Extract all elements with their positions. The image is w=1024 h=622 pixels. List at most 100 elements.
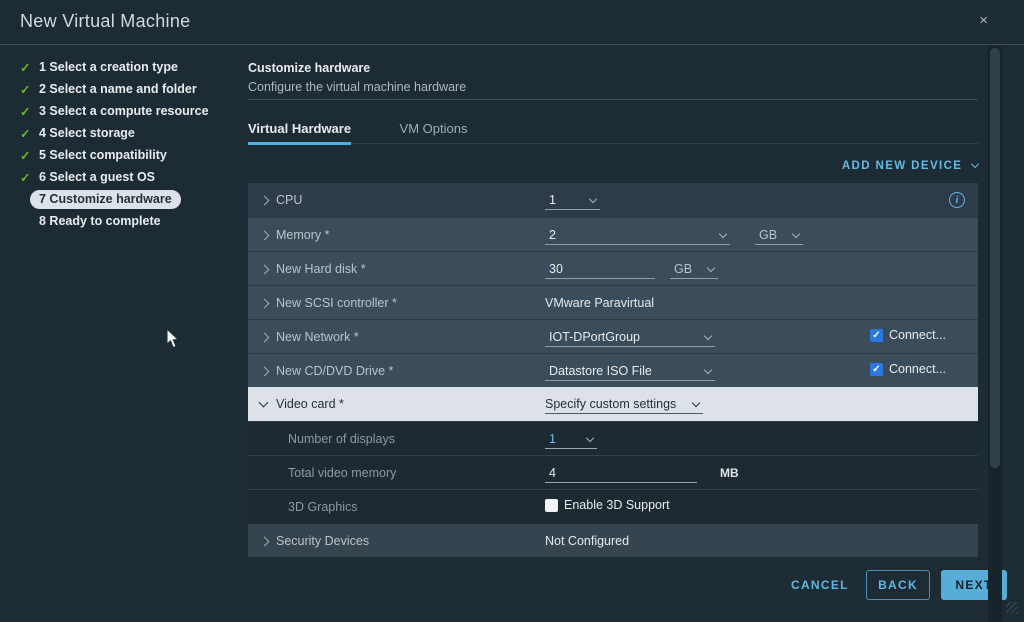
row-total-video-memory: Total video memory 4 MB — [248, 455, 978, 489]
row-label-3d-graphics: 3D Graphics — [288, 500, 357, 514]
row-label-video-memory: Total video memory — [288, 466, 396, 480]
checkbox-unchecked-icon[interactable] — [545, 499, 558, 512]
scsi-controller-value: VMware Paravirtual — [545, 296, 654, 310]
checkbox-checked-icon[interactable]: ✓ — [870, 363, 883, 376]
row-scsi-controller[interactable]: New SCSI controller * VMware Paravirtual — [248, 285, 978, 319]
step-label: 6 Select a guest OS — [39, 170, 155, 184]
chevron-right-icon[interactable] — [260, 537, 270, 547]
back-button[interactable]: BACK — [866, 570, 930, 600]
step-label: 2 Select a name and folder — [39, 82, 197, 96]
chevron-down-icon[interactable] — [259, 398, 269, 408]
tab-virtual-hardware[interactable]: Virtual Hardware — [248, 121, 351, 145]
row-video-card[interactable]: Video card * Specify custom settings — [248, 387, 978, 421]
check-icon: ✓ — [20, 60, 36, 75]
chevron-right-icon[interactable] — [260, 367, 270, 377]
chevron-down-icon — [586, 433, 594, 441]
memory-size-select[interactable]: 2 — [545, 225, 730, 245]
row-security-devices[interactable]: Security Devices Not Configured — [248, 523, 978, 557]
row-label-security: Security Devices — [276, 534, 369, 548]
step-select-creation-type[interactable]: ✓ 1 Select a creation type — [20, 56, 236, 78]
chevron-right-icon[interactable] — [260, 196, 270, 206]
memory-unit-value: GB — [759, 228, 777, 242]
check-icon: ✓ — [20, 148, 36, 163]
step-select-name-folder[interactable]: ✓ 2 Select a name and folder — [20, 78, 236, 100]
row-label-video-card: Video card * — [276, 397, 344, 411]
checkbox-checked-icon[interactable]: ✓ — [870, 329, 883, 342]
tab-vm-options[interactable]: VM Options — [400, 121, 468, 142]
video-memory-value: 4 — [549, 466, 556, 480]
step-select-compatibility[interactable]: ✓ 5 Select compatibility — [20, 144, 236, 166]
check-icon: ✓ — [20, 104, 36, 119]
hard-disk-unit-value: GB — [674, 262, 692, 276]
connect-label: Connect... — [889, 362, 946, 376]
displays-count-value: 1 — [549, 432, 556, 446]
hard-disk-size-value: 30 — [549, 262, 563, 276]
row-label-cpu: CPU — [276, 193, 302, 207]
row-3d-graphics: 3D Graphics Enable 3D Support — [248, 489, 978, 523]
network-value: IOT-DPortGroup — [549, 330, 640, 344]
row-hard-disk[interactable]: New Hard disk * 30 GB — [248, 251, 978, 285]
panel-subtitle: Configure the virtual machine hardware — [248, 80, 466, 94]
network-connect-checkbox[interactable]: ✓ Connect... — [870, 328, 946, 342]
chevron-right-icon[interactable] — [260, 231, 270, 241]
cddvd-source-value: Datastore ISO File — [549, 364, 652, 378]
chevron-down-icon — [792, 229, 800, 237]
enable-3d-support-checkbox[interactable]: Enable 3D Support — [545, 498, 670, 512]
connect-label: Connect... — [889, 328, 946, 342]
hard-disk-unit-select[interactable]: GB — [670, 259, 718, 279]
add-new-device-button[interactable]: ADD NEW DEVICE — [248, 160, 978, 172]
chevron-down-icon — [692, 398, 700, 406]
step-select-guest-os[interactable]: ✓ 6 Select a guest OS — [20, 166, 236, 188]
chevron-down-icon — [719, 229, 727, 237]
chevron-right-icon[interactable] — [260, 333, 270, 343]
hard-disk-size-input[interactable]: 30 — [545, 259, 655, 279]
new-vm-dialog: { "dialog": { "title": "New Virtual Mach… — [0, 0, 1024, 622]
enable-3d-support-label: Enable 3D Support — [564, 498, 670, 512]
hardware-tabs: Virtual Hardware VM Options — [248, 120, 978, 144]
video-card-settings-select[interactable]: Specify custom settings — [545, 394, 703, 414]
active-step-pill: 7 Customize hardware — [30, 190, 181, 209]
check-icon: ✓ — [20, 126, 36, 141]
row-label-hard-disk: New Hard disk * — [276, 262, 366, 276]
step-select-compute-resource[interactable]: ✓ 3 Select a compute resource — [20, 100, 236, 122]
video-card-settings-value: Specify custom settings — [545, 397, 676, 411]
cpu-count-select[interactable]: 1 — [545, 190, 600, 210]
row-label-displays: Number of displays — [288, 432, 395, 446]
row-cddvd-drive[interactable]: New CD/DVD Drive * Datastore ISO File ✓ … — [248, 353, 978, 387]
resize-handle[interactable] — [1006, 602, 1018, 614]
video-memory-input[interactable]: 4 — [545, 463, 697, 483]
step-customize-hardware-active[interactable]: 7 Customize hardware — [20, 188, 236, 210]
network-select[interactable]: IOT-DPortGroup — [545, 327, 715, 347]
row-cpu[interactable]: CPU 1 i — [248, 183, 978, 217]
chevron-right-icon[interactable] — [260, 299, 270, 309]
chevron-right-icon[interactable] — [260, 265, 270, 275]
hardware-table: CPU 1 i Memory * 2 GB New Hard disk * 30… — [248, 183, 978, 557]
chevron-down-icon — [704, 365, 712, 373]
scrollbar-thumb[interactable] — [990, 48, 1000, 468]
cddvd-connect-checkbox[interactable]: ✓ Connect... — [870, 362, 946, 376]
step-label: 1 Select a creation type — [39, 60, 178, 74]
cddvd-source-select[interactable]: Datastore ISO File — [545, 361, 715, 381]
memory-unit-select[interactable]: GB — [755, 225, 803, 245]
step-select-storage[interactable]: ✓ 4 Select storage — [20, 122, 236, 144]
panel-title: Customize hardware — [248, 61, 370, 75]
info-icon[interactable]: i — [949, 192, 965, 208]
displays-count-select[interactable]: 1 — [545, 429, 597, 449]
row-memory[interactable]: Memory * 2 GB — [248, 217, 978, 251]
row-network[interactable]: New Network * IOT-DPortGroup ✓ Connect..… — [248, 319, 978, 353]
dialog-titlebar: New Virtual Machine × — [0, 0, 1024, 45]
step-label: 8 Ready to complete — [39, 214, 161, 228]
row-label-scsi: New SCSI controller * — [276, 296, 397, 310]
step-label: 4 Select storage — [39, 126, 135, 140]
chevron-down-icon — [704, 331, 712, 339]
dialog-title: New Virtual Machine — [20, 11, 190, 32]
video-memory-unit: MB — [720, 466, 739, 480]
step-ready-to-complete[interactable]: 8 Ready to complete — [20, 210, 236, 232]
memory-size-value: 2 — [549, 228, 556, 242]
cancel-button[interactable]: CANCEL — [791, 578, 849, 592]
check-icon: ✓ — [20, 82, 36, 97]
close-icon[interactable]: × — [979, 13, 988, 28]
row-label-network: New Network * — [276, 330, 359, 344]
chevron-down-icon — [707, 263, 715, 271]
chevron-down-icon — [589, 194, 597, 202]
